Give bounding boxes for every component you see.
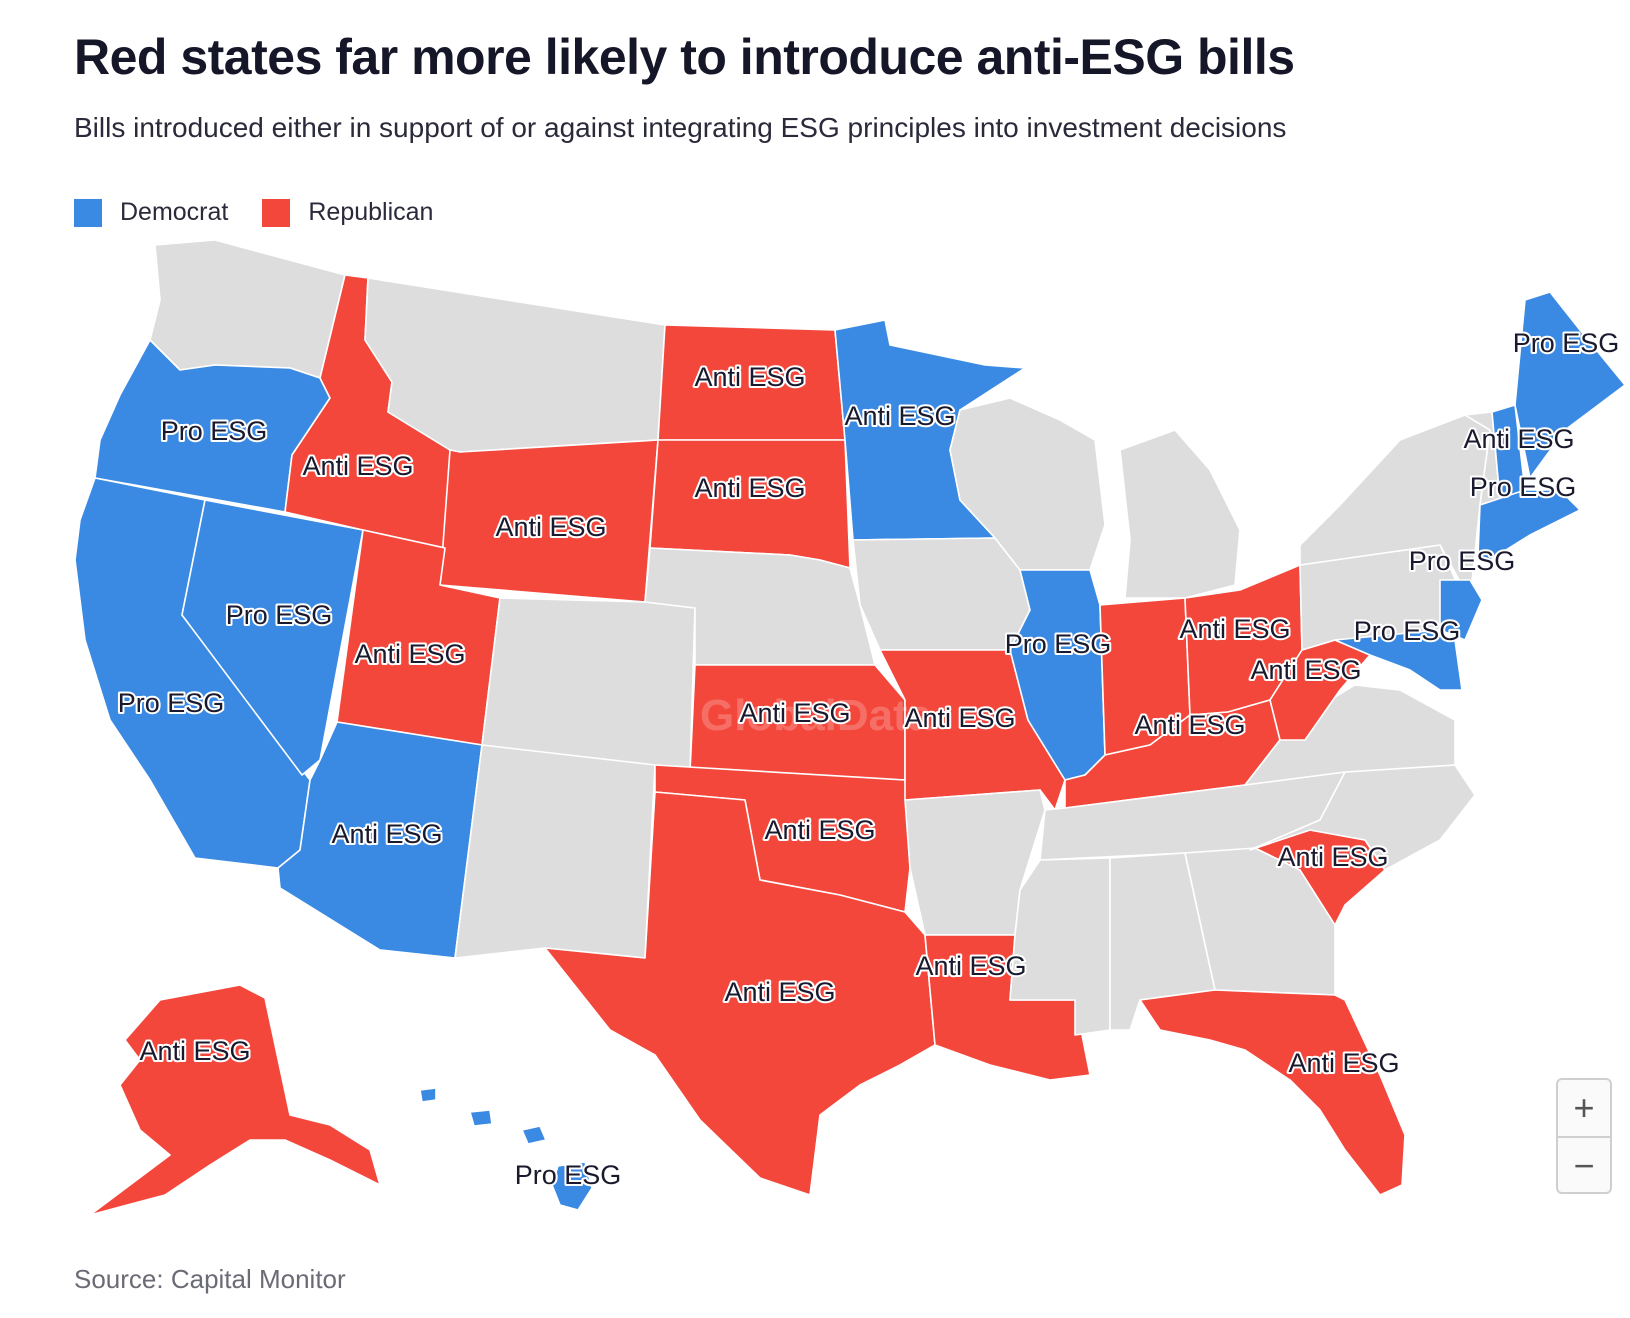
label-south-dakota: Anti ESG	[694, 473, 805, 503]
label-nevada: Pro ESG	[226, 600, 333, 630]
label-california: Pro ESG	[118, 688, 225, 718]
label-ohio: Anti ESG	[1250, 655, 1361, 685]
label-louisiana: Anti ESG	[915, 951, 1026, 981]
state-alaska[interactable]	[89, 984, 381, 1216]
legend-swatch-republican	[262, 198, 291, 227]
zoom-controls: + −	[1556, 1078, 1612, 1194]
label-kentucky: Anti ESG	[1134, 710, 1245, 740]
state-new-mexico[interactable]	[454, 744, 656, 959]
state-colorado[interactable]	[481, 597, 696, 773]
state-washington[interactable]	[149, 239, 346, 379]
label-arizona: Anti ESG	[331, 819, 442, 849]
state-montana[interactable]	[364, 277, 666, 453]
state-florida[interactable]	[1139, 989, 1406, 1196]
us-state-map[interactable]: GlobalData Pro ESG Anti ESG Anti ESG Pro…	[0, 230, 1630, 1230]
label-missouri: Anti ESG	[904, 703, 1015, 733]
label-texas: Anti ESG	[724, 977, 835, 1007]
legend-swatch-democrat	[74, 198, 102, 227]
zoom-in-button[interactable]: +	[1558, 1080, 1610, 1136]
label-maine: Pro ESG	[1513, 328, 1620, 358]
state-michigan[interactable]	[1119, 429, 1241, 599]
legend-item-democrat: Democrat	[74, 198, 228, 227]
chart-subtitle: Bills introduced either in support of or…	[74, 112, 1287, 143]
label-maryland-delaware: Pro ESG	[1354, 616, 1461, 646]
label-wyoming: Anti ESG	[495, 512, 606, 542]
label-hawaii: Pro ESG	[515, 1160, 622, 1190]
label-oregon: Pro ESG	[161, 416, 268, 446]
label-massachusetts-ct-ri: Pro ESG	[1470, 472, 1577, 502]
label-new-hampshire: Anti ESG	[1463, 424, 1574, 454]
legend-label-democrat: Democrat	[120, 198, 229, 226]
label-alaska: Anti ESG	[139, 1036, 250, 1066]
label-new-jersey: Pro ESG	[1409, 546, 1516, 576]
legend: Democrat Republican	[74, 198, 467, 227]
state-iowa[interactable]	[852, 537, 1031, 651]
label-illinois: Pro ESG	[1005, 629, 1112, 659]
label-minnesota: Anti ESG	[844, 401, 955, 431]
label-utah: Anti ESG	[354, 639, 465, 669]
chart-title: Red states far more likely to introduce …	[74, 29, 1295, 85]
label-south-carolina: Anti ESG	[1277, 842, 1388, 872]
source-note: Source: Capital Monitor	[74, 1264, 346, 1294]
label-florida: Anti ESG	[1288, 1048, 1399, 1078]
label-idaho: Anti ESG	[302, 451, 413, 481]
legend-item-republican: Republican	[262, 198, 433, 227]
zoom-out-button[interactable]: −	[1558, 1136, 1610, 1194]
state-hawaii[interactable]	[419, 1087, 593, 1211]
label-north-dakota: Anti ESG	[694, 362, 805, 392]
label-kansas: Anti ESG	[739, 698, 850, 728]
legend-label-republican: Republican	[308, 198, 434, 226]
label-indiana: Anti ESG	[1179, 614, 1290, 644]
label-oklahoma: Anti ESG	[764, 815, 875, 845]
